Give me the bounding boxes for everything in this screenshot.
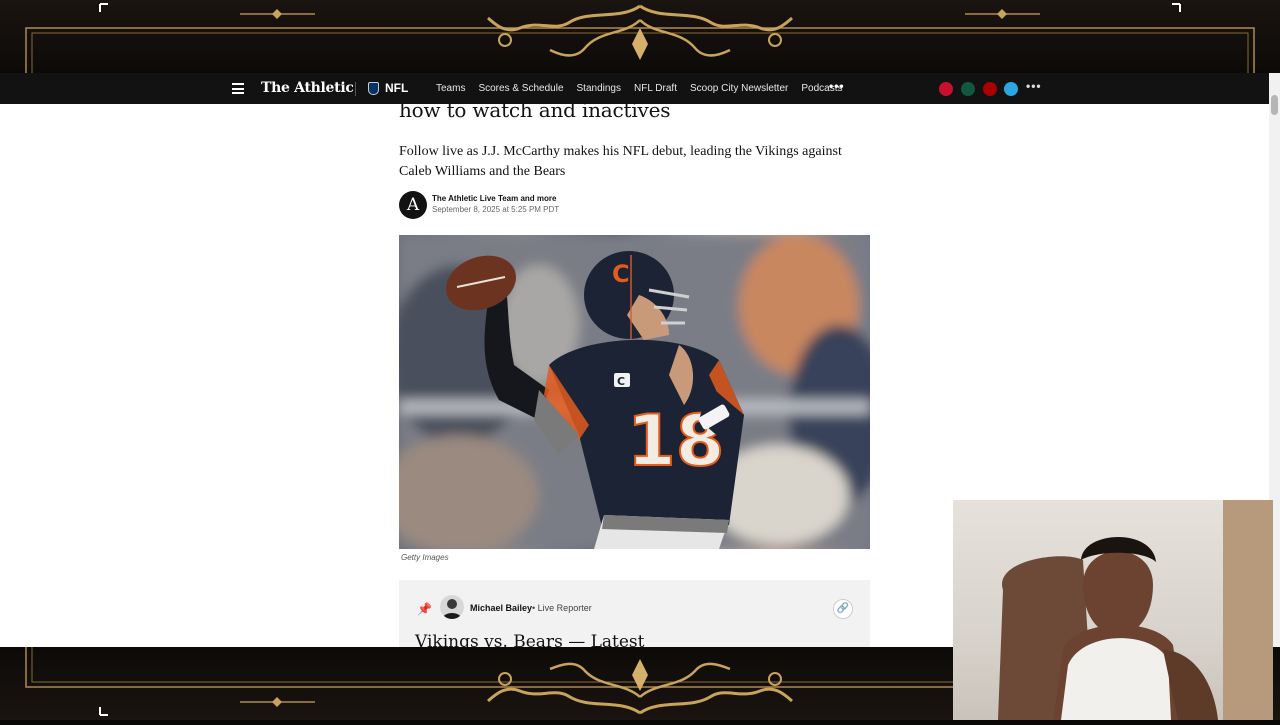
pin-icon: 📌 [417,602,432,616]
nav-link-newsletter[interactable]: Scoop City Newsletter [690,83,788,94]
captain-patch: C [617,375,625,388]
reporter-role: • Live Reporter [532,603,592,613]
role-separator: • [532,603,536,613]
live-card-heading: Vikings vs. Bears — Latest [415,632,645,647]
nav-link-draft[interactable]: NFL Draft [634,83,677,94]
helmet-logo: C [612,260,630,288]
reporter-photo [442,599,462,619]
copy-link-button[interactable]: 🔗 [833,599,853,619]
article-byline[interactable]: The Athletic Live Team and more [432,194,556,203]
athletic-logo-avatar[interactable]: A [399,191,427,219]
image-credit: Getty Images [401,553,449,562]
streamer-webcam-feed [998,500,1273,720]
hero-image: 18 C C [399,235,870,549]
nav-divider [355,82,356,96]
reporter-name[interactable]: Michael Bailey [470,603,532,613]
nav-link-teams[interactable]: Teams [436,83,465,94]
link-icon: 🔗 [836,603,850,614]
nav-link-scores[interactable]: Scores & Schedule [478,83,563,94]
reporter-avatar[interactable] [440,595,464,619]
chiefs-team-icon[interactable] [939,82,953,96]
hamburger-menu-icon[interactable] [232,83,244,94]
jets-team-icon[interactable] [961,82,975,96]
scrollbar-thumb[interactable] [1271,95,1278,115]
role-label: Live Reporter [537,603,592,613]
nfl-shield-icon[interactable] [368,82,379,95]
nav-links: Teams Scores & Schedule Standings NFL Dr… [436,83,855,94]
league-label[interactable]: NFL [385,81,408,95]
nav-link-standings[interactable]: Standings [577,83,621,94]
webcam-overlay [953,500,1273,720]
article-dek: Follow live as J.J. McCarthy makes his N… [399,144,842,179]
article-headline: how to watch and inactives [399,98,671,122]
live-update-card: 📌 Michael Bailey • Live Reporter 🔗 Vikin… [399,580,870,647]
ornament-top-icon [25,3,1255,94]
nav-more-button[interactable]: ••• [829,79,845,93]
site-logo[interactable]: The Athletic [261,80,354,96]
49ers-team-icon[interactable] [983,82,997,96]
article-dateline: September 8, 2025 at 5:25 PM PDT [432,205,560,214]
quarterback-photo: 18 C C [399,235,870,549]
chargers-team-icon[interactable] [1004,82,1018,96]
teams-more-button[interactable]: ••• [1026,79,1042,93]
stream-frame-top [0,0,1280,94]
